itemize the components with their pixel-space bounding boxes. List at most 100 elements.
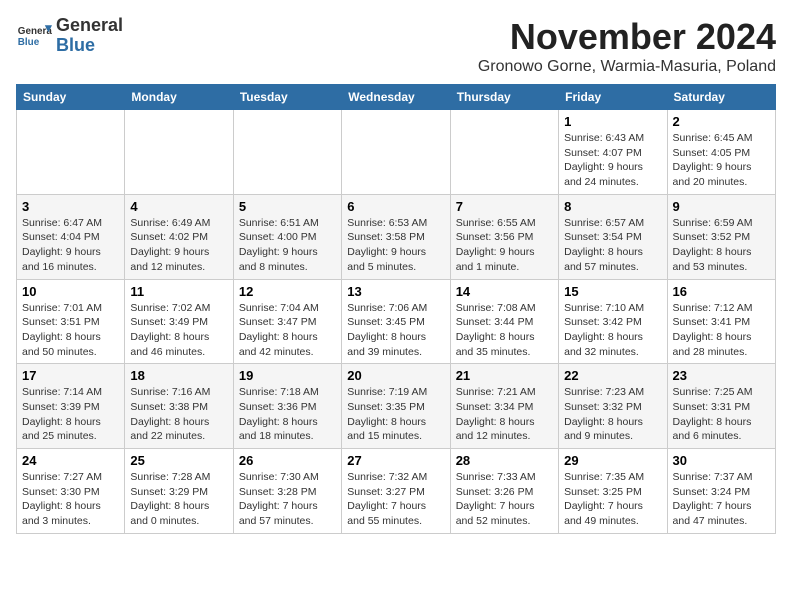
day-number: 30 bbox=[673, 453, 770, 468]
day-info: Sunrise: 7:23 AM Sunset: 3:32 PM Dayligh… bbox=[564, 385, 661, 444]
day-info: Sunrise: 7:10 AM Sunset: 3:42 PM Dayligh… bbox=[564, 301, 661, 360]
day-info: Sunrise: 6:57 AM Sunset: 3:54 PM Dayligh… bbox=[564, 216, 661, 275]
day-number: 12 bbox=[239, 284, 336, 299]
header-tuesday: Tuesday bbox=[233, 85, 341, 110]
day-cell: 2 Sunrise: 6:45 AM Sunset: 4:05 PM Daylig… bbox=[667, 110, 775, 195]
day-number: 8 bbox=[564, 199, 661, 214]
header-thursday: Thursday bbox=[450, 85, 558, 110]
day-cell: 1 Sunrise: 6:43 AM Sunset: 4:07 PM Daylig… bbox=[559, 110, 667, 195]
page-header: General Blue General Blue November 2024 … bbox=[16, 16, 776, 76]
day-info: Sunrise: 6:51 AM Sunset: 4:00 PM Dayligh… bbox=[239, 216, 336, 275]
day-info: Sunrise: 7:21 AM Sunset: 3:34 PM Dayligh… bbox=[456, 385, 553, 444]
day-info: Sunrise: 6:43 AM Sunset: 4:07 PM Dayligh… bbox=[564, 131, 661, 190]
day-number: 28 bbox=[456, 453, 553, 468]
day-info: Sunrise: 7:27 AM Sunset: 3:30 PM Dayligh… bbox=[22, 470, 119, 529]
day-cell bbox=[17, 110, 125, 195]
header-sunday: Sunday bbox=[17, 85, 125, 110]
day-cell: 25Sunrise: 7:28 AM Sunset: 3:29 PM Dayli… bbox=[125, 449, 233, 534]
day-number: 20 bbox=[347, 368, 444, 383]
day-cell: 30 Sunrise: 7:37 AM Sunset: 3:24 PM Dayli… bbox=[667, 449, 775, 534]
month-title: November 2024 bbox=[478, 16, 776, 58]
day-cell: 22 Sunrise: 7:23 AM Sunset: 3:32 PM Dayli… bbox=[559, 364, 667, 449]
day-number: 3 bbox=[22, 199, 119, 214]
location: Gronowo Gorne, Warmia-Masuria, Poland bbox=[478, 58, 776, 76]
week-row-3: 10Sunrise: 7:01 AM Sunset: 3:51 PM Dayli… bbox=[17, 279, 776, 364]
day-info: Sunrise: 7:18 AM Sunset: 3:36 PM Dayligh… bbox=[239, 385, 336, 444]
day-cell bbox=[342, 110, 450, 195]
day-info: Sunrise: 7:32 AM Sunset: 3:27 PM Dayligh… bbox=[347, 470, 444, 529]
day-cell: 20 Sunrise: 7:19 AM Sunset: 3:35 PM Dayli… bbox=[342, 364, 450, 449]
day-info: Sunrise: 7:35 AM Sunset: 3:25 PM Dayligh… bbox=[564, 470, 661, 529]
day-number: 14 bbox=[456, 284, 553, 299]
day-number: 22 bbox=[564, 368, 661, 383]
header-saturday: Saturday bbox=[667, 85, 775, 110]
day-info: Sunrise: 7:33 AM Sunset: 3:26 PM Dayligh… bbox=[456, 470, 553, 529]
week-row-2: 3 Sunrise: 6:47 AM Sunset: 4:04 PM Daylig… bbox=[17, 194, 776, 279]
logo: General Blue General Blue bbox=[16, 16, 123, 56]
day-number: 23 bbox=[673, 368, 770, 383]
day-info: Sunrise: 7:12 AM Sunset: 3:41 PM Dayligh… bbox=[673, 301, 770, 360]
header-monday: Monday bbox=[125, 85, 233, 110]
calendar-header-row: SundayMondayTuesdayWednesdayThursdayFrid… bbox=[17, 85, 776, 110]
day-number: 25 bbox=[130, 453, 227, 468]
day-info: Sunrise: 7:37 AM Sunset: 3:24 PM Dayligh… bbox=[673, 470, 770, 529]
logo-blue: Blue bbox=[56, 35, 95, 55]
week-row-4: 17 Sunrise: 7:14 AM Sunset: 3:39 PM Dayli… bbox=[17, 364, 776, 449]
day-info: Sunrise: 7:30 AM Sunset: 3:28 PM Dayligh… bbox=[239, 470, 336, 529]
day-number: 16 bbox=[673, 284, 770, 299]
day-info: Sunrise: 7:25 AM Sunset: 3:31 PM Dayligh… bbox=[673, 385, 770, 444]
day-cell: 9Sunrise: 6:59 AM Sunset: 3:52 PM Daylig… bbox=[667, 194, 775, 279]
day-number: 4 bbox=[130, 199, 227, 214]
logo-general: General bbox=[56, 15, 123, 35]
day-cell: 11Sunrise: 7:02 AM Sunset: 3:49 PM Dayli… bbox=[125, 279, 233, 364]
day-number: 2 bbox=[673, 114, 770, 129]
day-info: Sunrise: 6:55 AM Sunset: 3:56 PM Dayligh… bbox=[456, 216, 553, 275]
title-block: November 2024 Gronowo Gorne, Warmia-Masu… bbox=[478, 16, 776, 76]
day-cell: 21 Sunrise: 7:21 AM Sunset: 3:34 PM Dayli… bbox=[450, 364, 558, 449]
day-cell: 12 Sunrise: 7:04 AM Sunset: 3:47 PM Dayli… bbox=[233, 279, 341, 364]
day-number: 7 bbox=[456, 199, 553, 214]
day-number: 27 bbox=[347, 453, 444, 468]
week-row-5: 24 Sunrise: 7:27 AM Sunset: 3:30 PM Dayli… bbox=[17, 449, 776, 534]
day-info: Sunrise: 7:14 AM Sunset: 3:39 PM Dayligh… bbox=[22, 385, 119, 444]
day-cell: 16 Sunrise: 7:12 AM Sunset: 3:41 PM Dayli… bbox=[667, 279, 775, 364]
day-cell: 10Sunrise: 7:01 AM Sunset: 3:51 PM Dayli… bbox=[17, 279, 125, 364]
day-info: Sunrise: 7:04 AM Sunset: 3:47 PM Dayligh… bbox=[239, 301, 336, 360]
week-row-1: 1 Sunrise: 6:43 AM Sunset: 4:07 PM Daylig… bbox=[17, 110, 776, 195]
day-cell: 17 Sunrise: 7:14 AM Sunset: 3:39 PM Dayli… bbox=[17, 364, 125, 449]
day-info: Sunrise: 7:19 AM Sunset: 3:35 PM Dayligh… bbox=[347, 385, 444, 444]
day-info: Sunrise: 6:49 AM Sunset: 4:02 PM Dayligh… bbox=[130, 216, 227, 275]
header-wednesday: Wednesday bbox=[342, 85, 450, 110]
day-info: Sunrise: 7:06 AM Sunset: 3:45 PM Dayligh… bbox=[347, 301, 444, 360]
day-cell: 23 Sunrise: 7:25 AM Sunset: 3:31 PM Dayli… bbox=[667, 364, 775, 449]
day-number: 1 bbox=[564, 114, 661, 129]
day-number: 15 bbox=[564, 284, 661, 299]
day-info: Sunrise: 6:45 AM Sunset: 4:05 PM Dayligh… bbox=[673, 131, 770, 190]
day-number: 26 bbox=[239, 453, 336, 468]
day-cell: 18 Sunrise: 7:16 AM Sunset: 3:38 PM Dayli… bbox=[125, 364, 233, 449]
day-info: Sunrise: 6:47 AM Sunset: 4:04 PM Dayligh… bbox=[22, 216, 119, 275]
day-info: Sunrise: 7:08 AM Sunset: 3:44 PM Dayligh… bbox=[456, 301, 553, 360]
logo-icon: General Blue bbox=[16, 18, 52, 54]
day-cell: 14 Sunrise: 7:08 AM Sunset: 3:44 PM Dayli… bbox=[450, 279, 558, 364]
day-number: 17 bbox=[22, 368, 119, 383]
day-info: Sunrise: 6:59 AM Sunset: 3:52 PM Dayligh… bbox=[673, 216, 770, 275]
day-cell: 29Sunrise: 7:35 AM Sunset: 3:25 PM Dayli… bbox=[559, 449, 667, 534]
day-cell: 3 Sunrise: 6:47 AM Sunset: 4:04 PM Daylig… bbox=[17, 194, 125, 279]
day-info: Sunrise: 7:16 AM Sunset: 3:38 PM Dayligh… bbox=[130, 385, 227, 444]
header-friday: Friday bbox=[559, 85, 667, 110]
day-cell: 28 Sunrise: 7:33 AM Sunset: 3:26 PM Dayli… bbox=[450, 449, 558, 534]
day-cell: 4 Sunrise: 6:49 AM Sunset: 4:02 PM Daylig… bbox=[125, 194, 233, 279]
day-info: Sunrise: 6:53 AM Sunset: 3:58 PM Dayligh… bbox=[347, 216, 444, 275]
day-number: 21 bbox=[456, 368, 553, 383]
day-number: 5 bbox=[239, 199, 336, 214]
day-number: 24 bbox=[22, 453, 119, 468]
day-number: 18 bbox=[130, 368, 227, 383]
day-cell: 15 Sunrise: 7:10 AM Sunset: 3:42 PM Dayli… bbox=[559, 279, 667, 364]
day-number: 10 bbox=[22, 284, 119, 299]
svg-text:Blue: Blue bbox=[18, 37, 40, 48]
day-cell: 6Sunrise: 6:53 AM Sunset: 3:58 PM Daylig… bbox=[342, 194, 450, 279]
calendar-table: SundayMondayTuesdayWednesdayThursdayFrid… bbox=[16, 84, 776, 534]
day-cell: 8 Sunrise: 6:57 AM Sunset: 3:54 PM Daylig… bbox=[559, 194, 667, 279]
day-number: 11 bbox=[130, 284, 227, 299]
